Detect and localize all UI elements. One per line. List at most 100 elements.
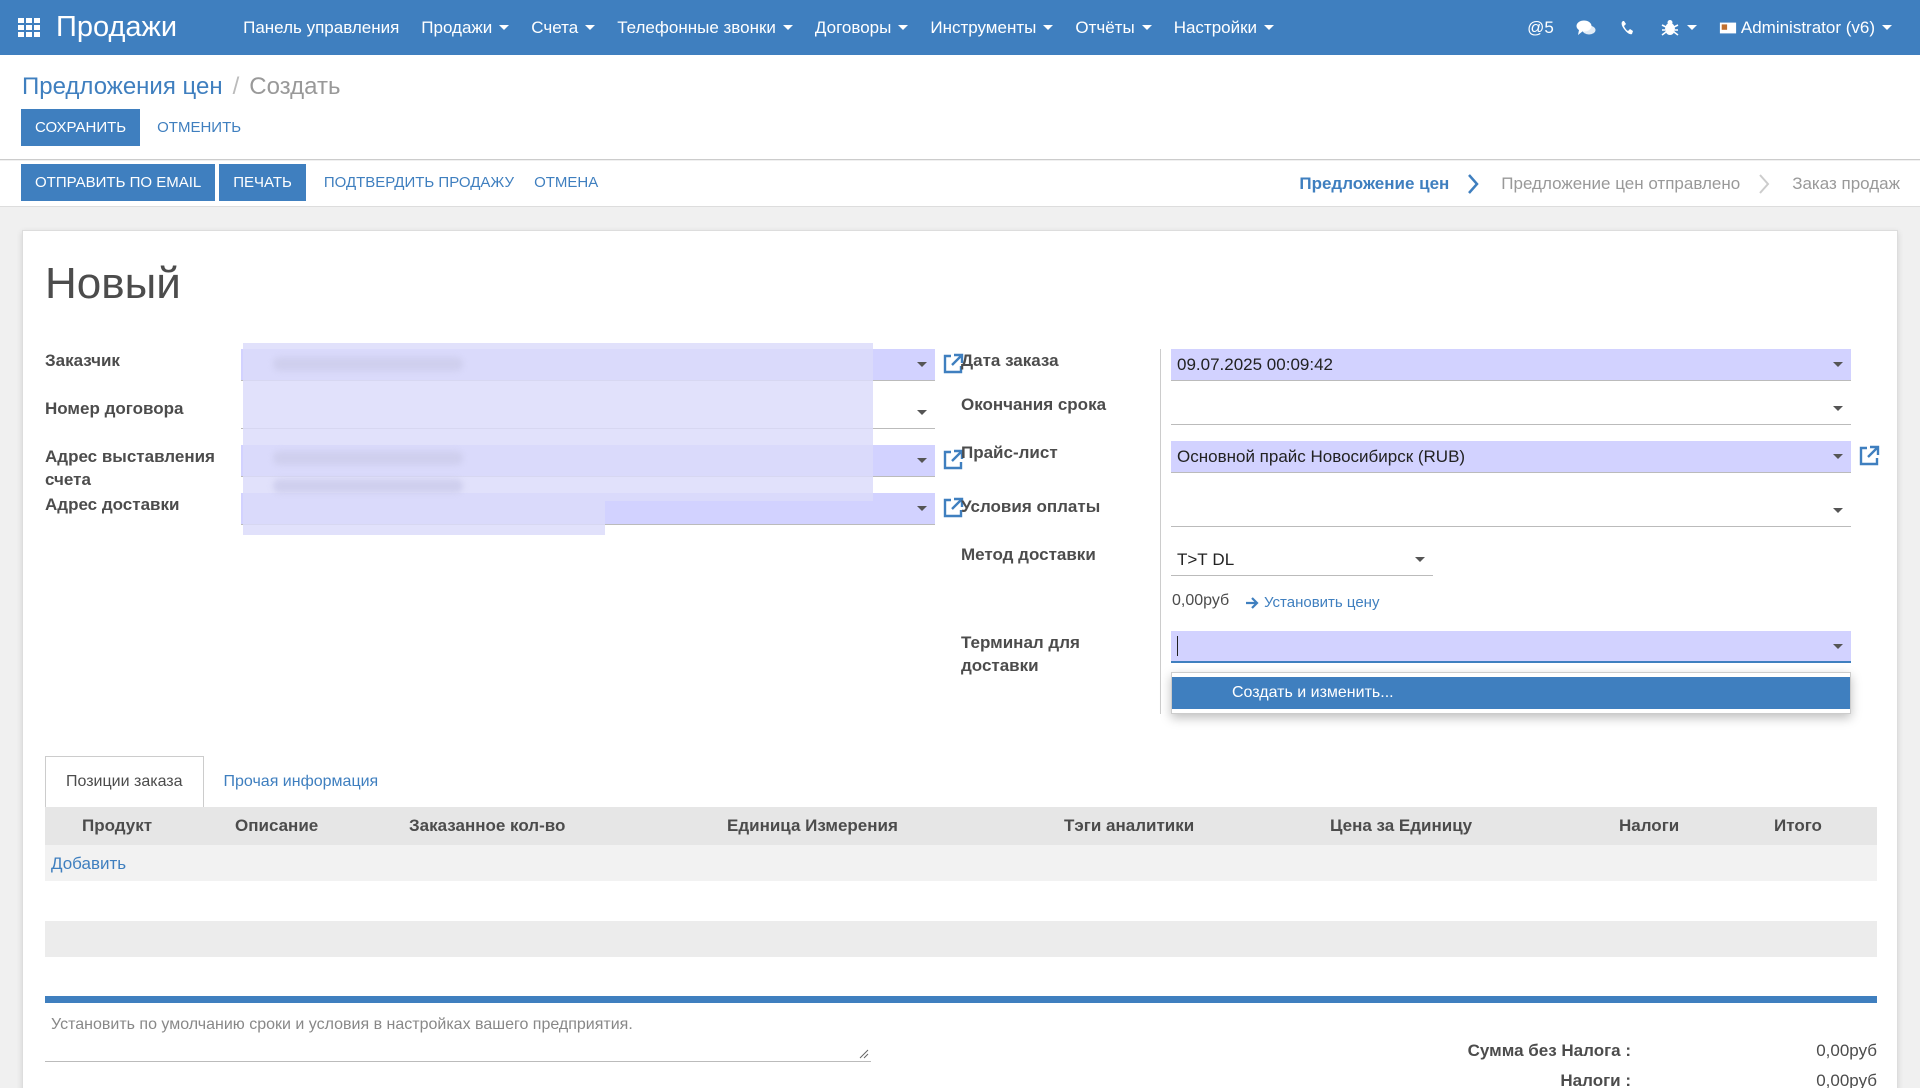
terminal-input[interactable] bbox=[1171, 631, 1851, 663]
stage-sales-order[interactable]: Заказ продаж bbox=[1792, 174, 1900, 194]
payment-terms-field[interactable] bbox=[1171, 495, 1851, 527]
caret-down-icon bbox=[898, 25, 909, 30]
mentions-counter[interactable]: @5 bbox=[1527, 18, 1554, 38]
menu-tools[interactable]: Инструменты bbox=[930, 18, 1054, 38]
payment-terms-label: Условия оплаты bbox=[961, 497, 1101, 516]
caret-down-icon bbox=[1264, 25, 1275, 30]
send-email-button[interactable]: Отправить по Email bbox=[21, 164, 216, 201]
contract-label: Номер договора bbox=[45, 399, 184, 418]
user-avatar-icon bbox=[1719, 22, 1736, 33]
navbar-systray: @5 Administrator (v6) bbox=[1505, 0, 1892, 55]
column-analytic-tags[interactable]: Тэги аналитики bbox=[1064, 807, 1194, 845]
delivery-price: 0,00руб bbox=[1172, 592, 1230, 609]
dropdown-arrow-icon bbox=[1833, 454, 1843, 459]
menu-dashboard[interactable]: Панель управления bbox=[243, 18, 399, 38]
menu-phone-calls[interactable]: Телефонные звонки bbox=[617, 18, 793, 38]
print-button[interactable]: Печать bbox=[219, 164, 306, 201]
menu-invoices[interactable]: Счета bbox=[531, 18, 596, 38]
breadcrumb-parent[interactable]: Предложения цен bbox=[22, 73, 223, 101]
taxes-amount-label: Налоги : bbox=[1560, 1071, 1631, 1088]
column-unit-price[interactable]: Цена за Единицу bbox=[1330, 807, 1472, 845]
customer-label: Заказчик bbox=[45, 351, 120, 370]
column-uom[interactable]: Единица Измерения bbox=[727, 807, 898, 845]
form-statusbar: Отправить по Email Печать Подтвердить пр… bbox=[0, 161, 1920, 207]
tab-order-lines[interactable]: Позиции заказа bbox=[45, 756, 204, 808]
stage-quotation-sent[interactable]: Предложение цен отправлено bbox=[1501, 174, 1740, 194]
delivery-method-value: Т>Т DL bbox=[1177, 549, 1235, 569]
apps-grid-icon[interactable] bbox=[18, 17, 42, 38]
dropdown-arrow-icon bbox=[917, 362, 927, 367]
dropdown-arrow-icon bbox=[1833, 644, 1843, 649]
add-line-link[interactable]: Добавить bbox=[51, 854, 126, 874]
pricelist-field[interactable]: Основной прайс Новосибирск (RUB) bbox=[1171, 441, 1851, 473]
menu-reports[interactable]: Отчёты bbox=[1075, 18, 1152, 38]
menu-contracts[interactable]: Договоры bbox=[815, 18, 909, 38]
delivery-method-label: Метод доставки bbox=[961, 545, 1096, 564]
cancel-order-button[interactable]: Отмена bbox=[534, 174, 598, 191]
user-name: Administrator (v6) bbox=[1740, 17, 1875, 37]
confirm-sale-button[interactable]: Подтвердить продажу bbox=[324, 174, 514, 191]
dropdown-arrow-icon bbox=[917, 506, 927, 511]
create-and-edit-option[interactable]: Создать и изменить... bbox=[1172, 677, 1850, 709]
column-taxes[interactable]: Налоги bbox=[1619, 807, 1679, 845]
chevron-right-icon bbox=[1468, 174, 1479, 194]
debug-menu[interactable] bbox=[1660, 19, 1697, 37]
pricelist-value: Основной прайс Новосибирск (RUB) bbox=[1177, 446, 1466, 466]
set-price-link[interactable]: Установить цену bbox=[1245, 594, 1379, 611]
column-product[interactable]: Продукт bbox=[82, 807, 152, 845]
column-description[interactable]: Описание bbox=[235, 807, 318, 845]
dropdown-arrow-icon bbox=[917, 458, 927, 463]
field-column-divider bbox=[1160, 349, 1161, 714]
phone-icon[interactable] bbox=[1618, 19, 1638, 37]
notebook-tabs: Позиции заказа Прочая информация bbox=[45, 756, 398, 808]
untaxed-amount-label: Сумма без Налога : bbox=[1467, 1041, 1631, 1060]
form-sheet: Новый Заказчик Номер договора Адрес выст… bbox=[22, 230, 1898, 1088]
order-date-value: 09.07.2025 00:09:42 bbox=[1177, 354, 1333, 374]
chat-icon[interactable] bbox=[1576, 19, 1596, 37]
caret-down-icon bbox=[1141, 25, 1152, 30]
caret-down-icon bbox=[782, 25, 793, 30]
discard-button[interactable]: Отменить bbox=[157, 119, 241, 136]
tab-other-info[interactable]: Прочая информация bbox=[204, 756, 399, 808]
stage-pipeline: Предложение цен Предложение цен отправле… bbox=[1299, 161, 1900, 207]
arrow-right-icon bbox=[1246, 596, 1259, 609]
validity-label: Окончания срока bbox=[961, 395, 1107, 414]
terminal-autocomplete: Создать и изменить... bbox=[1171, 672, 1851, 714]
breadcrumb: Предложения цен / Создать bbox=[22, 73, 340, 101]
delivery-address-label: Адрес доставки bbox=[45, 495, 180, 514]
dropdown-arrow-icon bbox=[1833, 406, 1843, 411]
breadcrumb-current: Создать bbox=[249, 73, 341, 100]
order-lines-header: Продукт Описание Заказанное кол-во Едини… bbox=[45, 807, 1877, 845]
caret-down-icon bbox=[585, 25, 596, 30]
app-brand: Продажи bbox=[56, 11, 178, 43]
terms-note-field[interactable]: Установить по умолчанию сроки и условия … bbox=[45, 1016, 871, 1062]
breadcrumb-separator: / bbox=[232, 73, 240, 100]
chevron-right-icon bbox=[1759, 174, 1770, 194]
text-cursor bbox=[1177, 636, 1178, 656]
caret-down-icon bbox=[499, 25, 510, 30]
caret-down-icon bbox=[1882, 25, 1892, 30]
redacted-region bbox=[243, 501, 605, 535]
untaxed-amount-value: 0,00руб bbox=[1816, 1041, 1877, 1060]
control-panel: Предложения цен / Создать Сохранить Отме… bbox=[0, 55, 1920, 160]
user-menu[interactable]: Administrator (v6) bbox=[1719, 18, 1892, 38]
external-link-icon[interactable] bbox=[1857, 444, 1881, 468]
caret-down-icon bbox=[1043, 25, 1054, 30]
validity-date-field[interactable] bbox=[1171, 393, 1851, 425]
add-line-row: Добавить bbox=[45, 845, 1877, 881]
taxes-amount-value: 0,00руб bbox=[1816, 1071, 1877, 1088]
save-button[interactable]: Сохранить bbox=[21, 109, 141, 146]
menu-sales[interactable]: Продажи bbox=[421, 18, 510, 38]
column-subtotal[interactable]: Итого bbox=[1774, 807, 1822, 845]
terminal-label: Терминал для доставки bbox=[961, 633, 1080, 675]
resize-handle-icon[interactable] bbox=[859, 1049, 869, 1059]
delivery-method-select[interactable]: Т>Т DL bbox=[1171, 544, 1433, 576]
stage-quotation[interactable]: Предложение цен bbox=[1299, 174, 1449, 194]
menu-settings[interactable]: Настройки bbox=[1174, 18, 1275, 38]
order-date-field[interactable]: 09.07.2025 00:09:42 bbox=[1171, 349, 1851, 381]
pricelist-label: Прайс-лист bbox=[961, 443, 1058, 462]
bug-icon bbox=[1661, 19, 1679, 36]
invoice-address-label: Адрес выставления счета bbox=[45, 447, 215, 489]
column-ordered-qty[interactable]: Заказанное кол-во bbox=[409, 807, 565, 845]
redacted-region bbox=[243, 343, 873, 501]
